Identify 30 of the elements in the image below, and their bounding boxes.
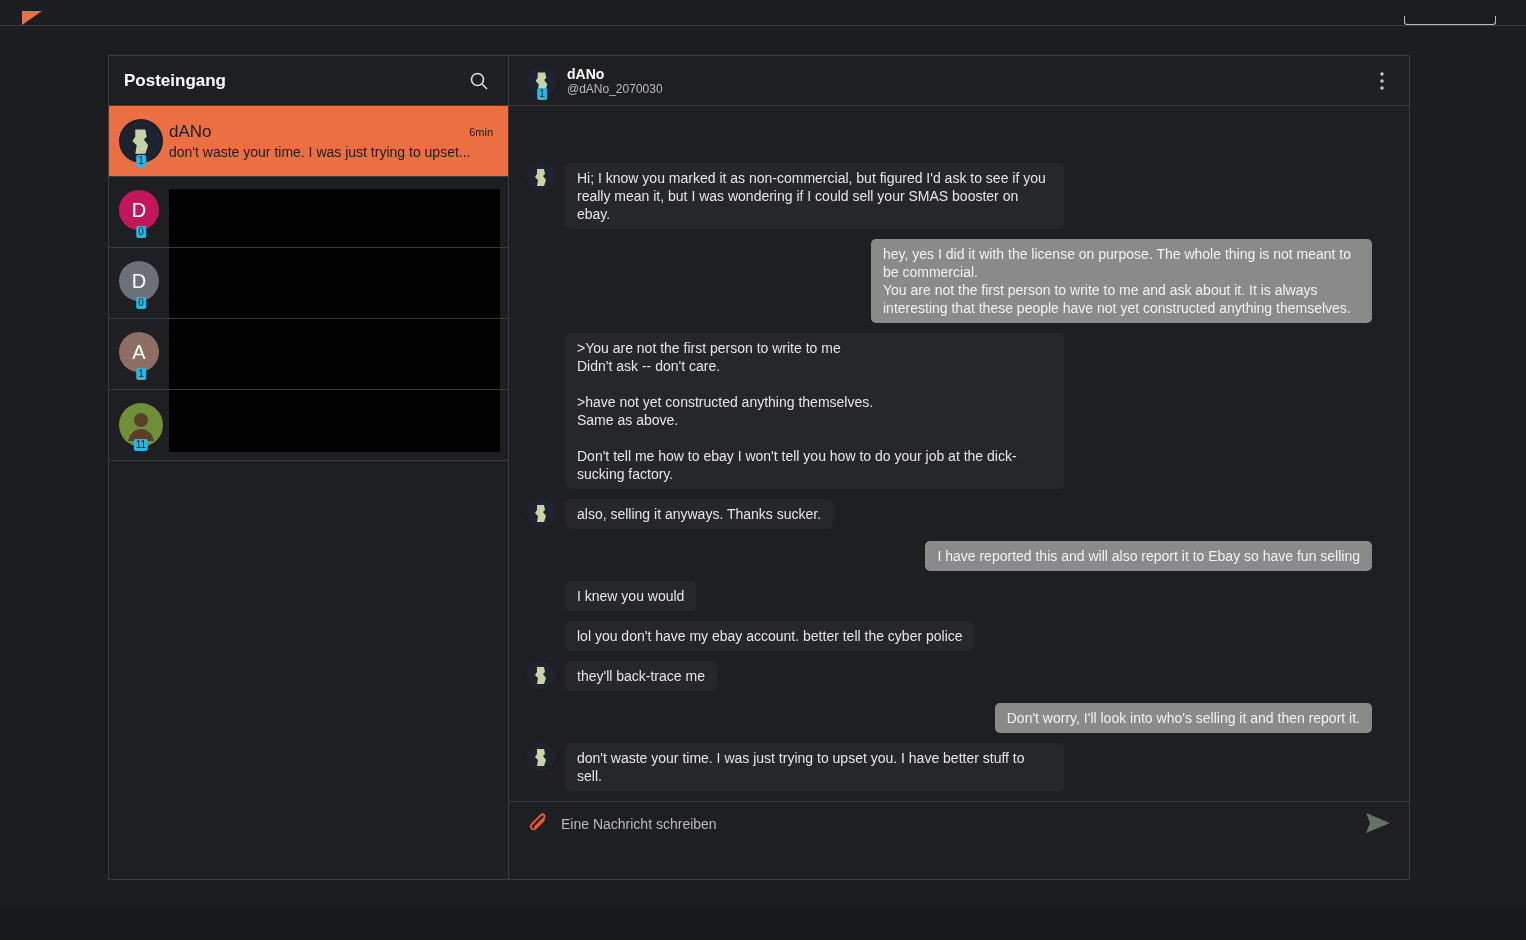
received-message: Hi; I know you marked it as non-commercial, but figured I'd ask to see if you really mean it, but I was wondering if I could sell your SMAS booster on ebay. xyxy=(565,163,1064,229)
unread-badge: 11 xyxy=(133,439,149,451)
conversation-item[interactable]: A 1 xyxy=(109,319,508,390)
sent-message: hey, yes I did it with the license on purpose. The whole thing is not meant to be commercial. You are not the first person to write to me and ask about it. It is always interesting that these people have not yet constructed anything themselves. xyxy=(871,239,1372,323)
more-options-icon[interactable] xyxy=(1380,71,1384,90)
received-message: also, selling it anyways. Thanks sucker. xyxy=(565,499,834,529)
send-icon[interactable] xyxy=(1365,812,1391,834)
sent-message: Don't worry, I'll look into who's selling it and then report it. xyxy=(994,703,1372,733)
logo-icon[interactable] xyxy=(20,11,44,25)
avatar-figure-icon xyxy=(527,65,557,96)
contact-name: dANo xyxy=(169,122,212,142)
search-icon[interactable] xyxy=(470,71,488,90)
received-message: lol you don't have my ebay account. better tell the cyber police xyxy=(565,621,975,651)
received-message: I knew you would xyxy=(565,581,697,611)
sent-message: I have reported this and will also report it to Ebay so have fun selling xyxy=(925,541,1372,571)
chat-contact-name: dANo xyxy=(567,65,606,82)
message-preview: don't waste your time. I was just trying to upset... xyxy=(169,144,472,160)
unread-badge: 1 xyxy=(537,87,547,100)
unread-badge: 1 xyxy=(136,155,146,167)
conversation-item[interactable]: 1 dANo 6min don't waste your time. I was just trying to upset... xyxy=(109,106,508,177)
received-message: they'll back-trace me xyxy=(565,661,717,691)
received-message: >You are not the first person to write to me Didn't ask -- don't care. >have not yet constructed anything themselves. Same as above. Don't tell me how to ebay I won't tell you how to do your job at the dick-sucking factory. xyxy=(565,333,1064,489)
unread-badge: 1 xyxy=(136,368,146,380)
contact-handle: @dANo_2070030 xyxy=(567,81,664,96)
message-input[interactable]: Eine Nachricht schreiben xyxy=(561,812,1353,836)
inbox-title: Posteingang xyxy=(124,70,226,91)
message-time: 6min xyxy=(469,126,493,138)
received-message: don't waste your time. I was just trying to upset you. I have better stuff to sell. xyxy=(565,743,1064,791)
conversation-item[interactable]: 11 xyxy=(109,390,508,461)
create-button[interactable] xyxy=(1404,16,1496,25)
